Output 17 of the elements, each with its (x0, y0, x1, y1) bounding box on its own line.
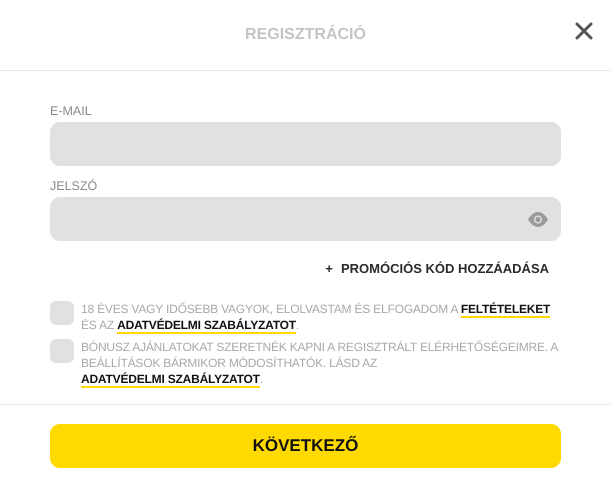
field-label: E-MAIL (50, 103, 93, 119)
eye-icon[interactable] (527, 212, 549, 226)
close-button[interactable] (573, 20, 595, 42)
dialog-title: REGISZTRÁCIÓ (245, 24, 366, 45)
add-promo-code-link[interactable]: + PROMÓCIÓS KÓD HOZZÁADÁSA (325, 259, 549, 278)
consent-text: BÓNUSZ AJÁNLATOKAT SZERETNÉK KAPNI A REGISZTRÁLT ELÉRHETŐSÉGEIMRE. A BEÁLLÍTÁSOK BÁRMIKOR MÓDOSÍTHATÓK. LÁSD AZ ADATVÉDELMI SZABÁLYZATOT. (81, 338, 560, 386)
input-field[interactable] (50, 122, 561, 166)
close-icon (575, 22, 593, 40)
next-button[interactable]: KÖVETKEZŐ (50, 424, 561, 468)
checkbox[interactable] (50, 338, 74, 362)
consent-text: 18 ÉVES VAGY IDŐSEBB VAGYOK, ELOLVASTAM ÉS ELFOGADOM A FELTÉTELEKET ÉS AZ ADATVÉDELMI SZABÁLYZATOT. (81, 300, 552, 332)
field-label: JELSZÓ (50, 178, 98, 194)
policy-link[interactable]: ADATVÉDELMI SZABÁLYZATOT (117, 318, 296, 334)
policy-link[interactable]: ADATVÉDELMI SZABÁLYZATOT (81, 372, 260, 388)
input-field[interactable] (50, 197, 561, 241)
policy-link[interactable]: FELTÉTELEKET (460, 302, 550, 318)
checkbox[interactable] (50, 300, 74, 324)
